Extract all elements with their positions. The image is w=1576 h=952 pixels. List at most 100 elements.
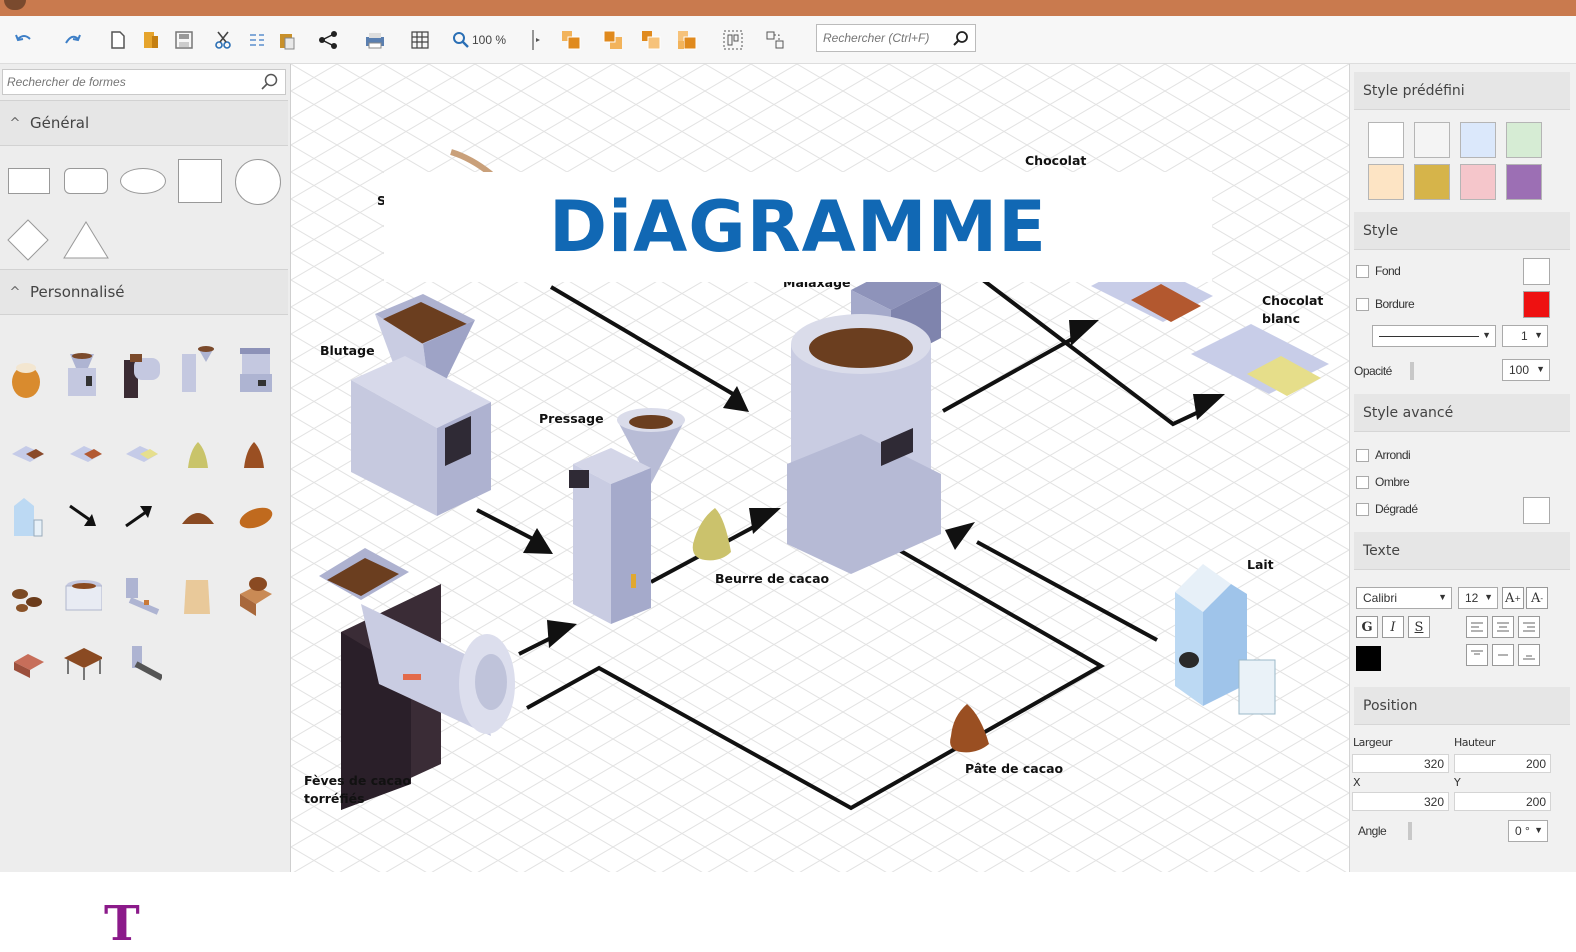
send-backward-icon[interactable]: [676, 26, 698, 54]
shrink-font-button[interactable]: A-: [1526, 587, 1548, 609]
paste-icon[interactable]: [278, 26, 296, 54]
press-machine-icon[interactable]: [120, 350, 160, 398]
degrade-color-picker[interactable]: [1523, 497, 1550, 524]
preset-swatch[interactable]: [1414, 122, 1450, 158]
send-back-icon[interactable]: [602, 26, 624, 54]
label-feves[interactable]: Fèves de cacao torréfiés: [304, 772, 411, 808]
preset-swatch[interactable]: [1368, 164, 1404, 200]
align-left-button[interactable]: [1466, 616, 1488, 638]
shape-search-input[interactable]: [3, 70, 243, 94]
share-icon[interactable]: [318, 26, 338, 54]
bold-button[interactable]: G: [1356, 616, 1378, 638]
white-chocolate-bar-icon[interactable]: [124, 442, 164, 490]
text-color-picker[interactable]: [1356, 646, 1381, 671]
sifter-machine-icon[interactable]: [62, 348, 102, 396]
valign-bottom-button[interactable]: [1518, 644, 1540, 666]
degrade-checkbox[interactable]: [1356, 503, 1369, 516]
align-center-button[interactable]: [1492, 616, 1514, 638]
label-blutage[interactable]: Blutage: [320, 342, 375, 360]
largeur-input[interactable]: 320: [1352, 754, 1449, 773]
format-icon[interactable]: [248, 26, 266, 54]
y-input[interactable]: 200: [1454, 792, 1551, 811]
arrow-up-right-icon[interactable]: [122, 500, 162, 548]
label-pressage[interactable]: Pressage: [539, 410, 604, 428]
undo-icon[interactable]: [14, 26, 34, 54]
underline-button[interactable]: S: [1408, 616, 1430, 638]
molding-machine-icon[interactable]: [122, 642, 162, 690]
zoom-level[interactable]: 100 %: [472, 33, 506, 47]
milk-chocolate-bar-icon[interactable]: [10, 442, 50, 490]
preset-swatch[interactable]: [1414, 164, 1450, 200]
shape-rounded-rectangle[interactable]: [64, 168, 108, 194]
shape-square[interactable]: [178, 159, 222, 203]
label-lait[interactable]: Lait: [1247, 556, 1274, 574]
shape-ellipse[interactable]: [120, 168, 166, 194]
group-icon[interactable]: [722, 26, 744, 54]
mixer-machine-icon[interactable]: [236, 344, 276, 392]
tempering-pot-icon[interactable]: [62, 572, 102, 620]
save-icon[interactable]: [174, 26, 194, 54]
pressing-column-icon[interactable]: [176, 344, 216, 392]
cocoa-pod-icon[interactable]: [236, 504, 276, 552]
preset-swatch[interactable]: [1460, 122, 1496, 158]
label-pate-de-cacao[interactable]: Pâte de cacao: [965, 760, 1063, 778]
cocoa-butter-icon[interactable]: [184, 440, 224, 488]
align-right-button[interactable]: [1518, 616, 1540, 638]
sack-icon[interactable]: [6, 354, 46, 402]
font-family-select[interactable]: Calibri ▼: [1356, 587, 1452, 609]
bring-forward-icon[interactable]: [640, 26, 662, 54]
cut-icon[interactable]: [214, 26, 232, 54]
line-style-select[interactable]: ▼: [1372, 325, 1496, 347]
snap-icon[interactable]: [530, 26, 544, 54]
label-beurre-de-cacao[interactable]: Beurre de cacao: [715, 570, 829, 588]
dark-chocolate-bar-icon[interactable]: [68, 442, 108, 490]
preset-swatch[interactable]: [1506, 122, 1542, 158]
shape-circle[interactable]: [235, 159, 281, 205]
zoom-icon[interactable]: 100 %: [452, 26, 506, 54]
valign-middle-button[interactable]: [1492, 644, 1514, 666]
ungroup-icon[interactable]: [764, 26, 786, 54]
milk-carton-icon[interactable]: [10, 494, 50, 542]
section-custom[interactable]: ^ Personnalisé: [0, 269, 288, 315]
label-chocolat-top[interactable]: Chocolat: [1025, 152, 1086, 170]
grow-font-button[interactable]: A +: [1502, 587, 1524, 609]
angle-slider[interactable]: [1408, 822, 1412, 840]
shape-diamond-triangle-group[interactable]: [6, 218, 116, 262]
line-width-select[interactable]: 1 ▼: [1502, 325, 1548, 347]
preset-swatch[interactable]: [1460, 164, 1496, 200]
cocoa-paste-icon[interactable]: [240, 440, 280, 488]
grid-icon[interactable]: [410, 26, 430, 54]
chocolate-blocks-icon[interactable]: [10, 646, 50, 694]
fond-color-picker[interactable]: [1523, 258, 1550, 285]
cocoa-beans-icon[interactable]: [8, 582, 48, 630]
valign-top-button[interactable]: [1466, 644, 1488, 666]
new-icon[interactable]: [110, 26, 126, 54]
search-icon[interactable]: [261, 73, 279, 91]
shape-rectangle[interactable]: [8, 168, 50, 194]
arrow-down-right-icon[interactable]: [66, 500, 106, 548]
section-general[interactable]: ^ Général: [0, 100, 288, 146]
preset-swatch[interactable]: [1506, 164, 1542, 200]
fond-checkbox[interactable]: [1356, 265, 1369, 278]
label-chocolat-blanc[interactable]: Chocolat blanc: [1262, 292, 1323, 328]
opacity-select[interactable]: 100 ▼: [1502, 359, 1550, 381]
redo-icon[interactable]: [62, 26, 82, 54]
x-input[interactable]: 320: [1352, 792, 1449, 811]
bordure-checkbox[interactable]: [1356, 298, 1369, 311]
font-size-select[interactable]: 12 ▼: [1458, 587, 1498, 609]
bring-front-icon[interactable]: [560, 26, 582, 54]
print-icon[interactable]: [364, 26, 386, 54]
shape-search[interactable]: [2, 69, 286, 95]
cocoa-bag-icon[interactable]: [180, 572, 220, 620]
search-icon[interactable]: [953, 30, 969, 46]
italic-button[interactable]: I: [1382, 616, 1404, 638]
canvas-search[interactable]: [816, 24, 976, 52]
angle-select[interactable]: 0 ° ▼: [1508, 820, 1548, 842]
conveyor-machine-icon[interactable]: [122, 572, 162, 620]
arrondi-checkbox[interactable]: [1356, 449, 1369, 462]
opacity-slider[interactable]: [1410, 362, 1414, 380]
bordure-color-picker[interactable]: [1523, 291, 1550, 318]
ombre-checkbox[interactable]: [1356, 476, 1369, 489]
preset-swatch[interactable]: [1368, 122, 1404, 158]
cocoa-box-icon[interactable]: [236, 570, 276, 618]
